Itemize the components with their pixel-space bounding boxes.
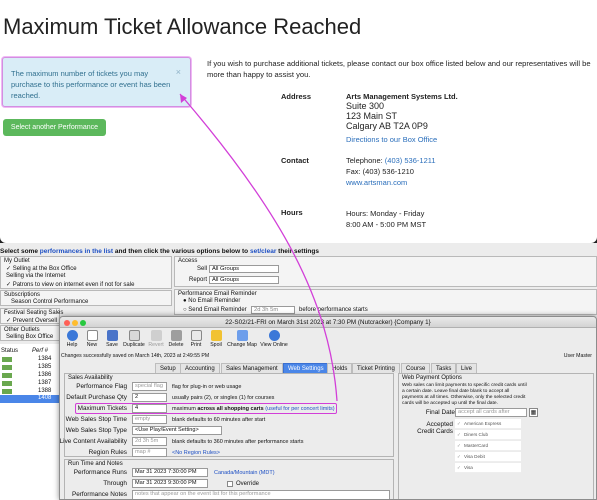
annotation-arrow [179, 93, 338, 402]
